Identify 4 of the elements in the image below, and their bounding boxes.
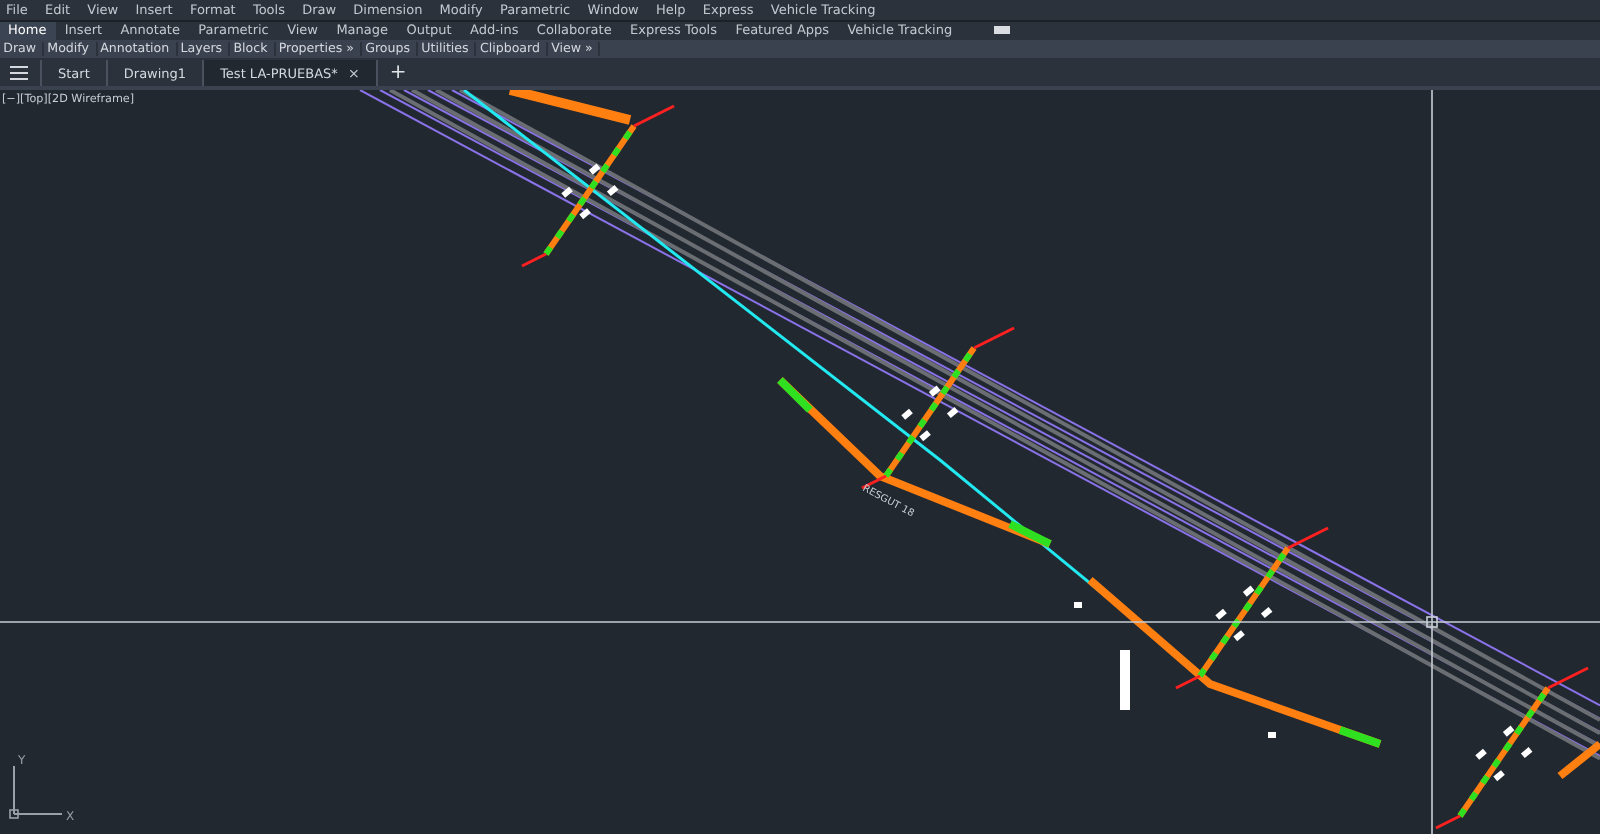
- workspace-icon[interactable]: [994, 26, 1011, 35]
- menu-icon[interactable]: [10, 66, 28, 80]
- new-tab-button[interactable]: +: [375, 60, 419, 86]
- ucs-axes-icon: [9, 765, 63, 819]
